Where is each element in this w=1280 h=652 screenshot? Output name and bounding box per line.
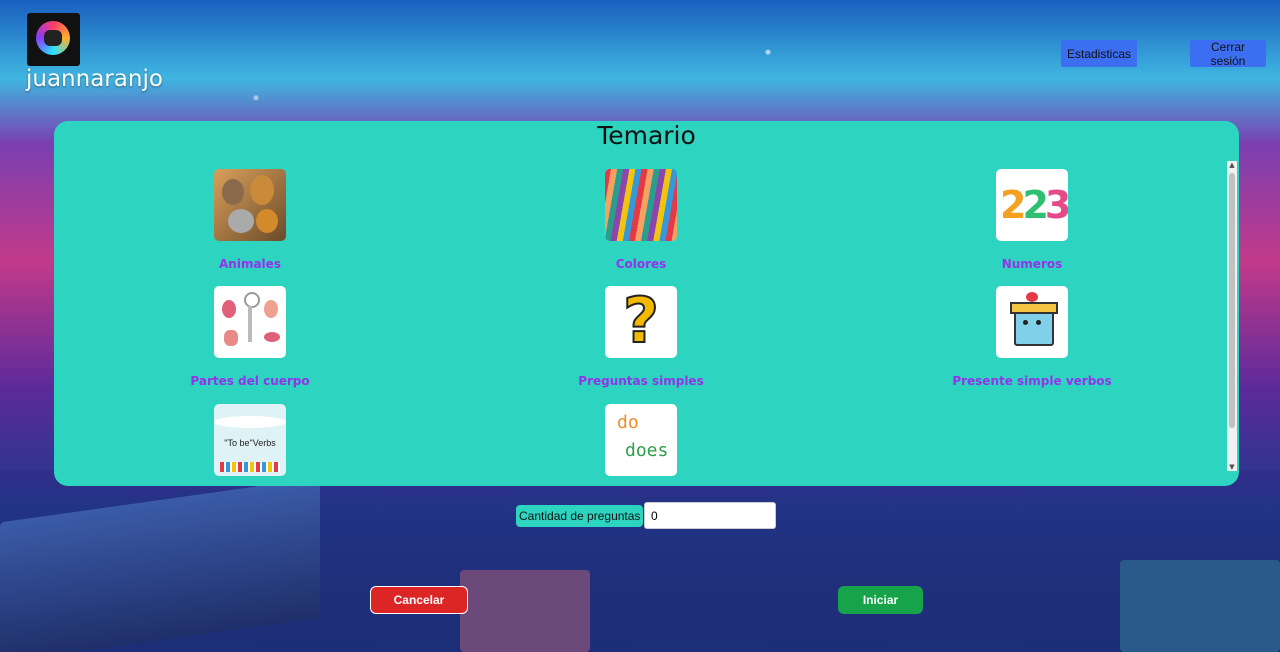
topic-label: Colores: [615, 257, 667, 271]
start-button[interactable]: Iniciar: [838, 586, 923, 614]
body-parts-image: [214, 286, 286, 358]
topic-label: Numeros: [1001, 257, 1063, 271]
gift-box-image: [996, 286, 1068, 358]
topic-do-does[interactable]: do does: [511, 404, 771, 476]
topic-label: Animales: [219, 257, 281, 271]
topic-label: Preguntas simples: [578, 374, 704, 388]
avatar-face-shape: [44, 30, 62, 46]
does-text: does: [625, 440, 669, 461]
topic-label: Presente simple verbos: [952, 374, 1112, 388]
topic-presente-simple-verbos[interactable]: Presente simple verbos: [902, 286, 1162, 388]
background-desk-right: [1120, 560, 1280, 652]
numbers-image: 223: [996, 169, 1068, 241]
animals-image: [214, 169, 286, 241]
topic-numeros[interactable]: 223 Numeros: [902, 169, 1162, 271]
do-does-image: do does: [605, 404, 677, 476]
scroll-up-arrow-icon[interactable]: ▲: [1228, 161, 1236, 169]
topic-preguntas-simples[interactable]: ? Preguntas simples: [511, 286, 771, 388]
topics-scroll-area[interactable]: Animales Colores 223 Numeros Partes del …: [54, 161, 1227, 476]
question-count-label: Cantidad de preguntas: [516, 505, 644, 527]
background-desk-center: [460, 570, 590, 652]
statistics-button[interactable]: Estadisticas: [1061, 40, 1137, 67]
topics-scrollbar[interactable]: ▲ ▼: [1227, 161, 1237, 471]
do-text: do: [617, 412, 639, 433]
topic-animales[interactable]: Animales: [120, 169, 380, 271]
to-be-verbs-image: "To be"Verbs: [214, 404, 286, 476]
topic-label: Partes del cuerpo: [190, 374, 310, 388]
username-label: juannaranjo: [26, 66, 163, 92]
topic-to-be-verbs[interactable]: "To be"Verbs: [120, 404, 380, 476]
scroll-down-arrow-icon[interactable]: ▼: [1228, 463, 1236, 471]
user-avatar: [27, 13, 80, 66]
topic-partes-del-cuerpo[interactable]: Partes del cuerpo: [120, 286, 380, 388]
question-count-input[interactable]: [644, 502, 776, 529]
scrollbar-thumb[interactable]: [1229, 173, 1235, 428]
panel-title: Temario: [597, 121, 696, 150]
topic-colores[interactable]: Colores: [511, 169, 771, 271]
question-mark-image: ?: [605, 286, 677, 358]
colors-image: [605, 169, 677, 241]
logout-button[interactable]: Cerrar sesión: [1190, 40, 1266, 68]
topics-panel: Temario Animales Colores 223 Numeros Par…: [54, 121, 1239, 486]
to-be-verbs-text: "To be"Verbs: [224, 438, 276, 448]
cancel-button[interactable]: Cancelar: [370, 586, 468, 614]
